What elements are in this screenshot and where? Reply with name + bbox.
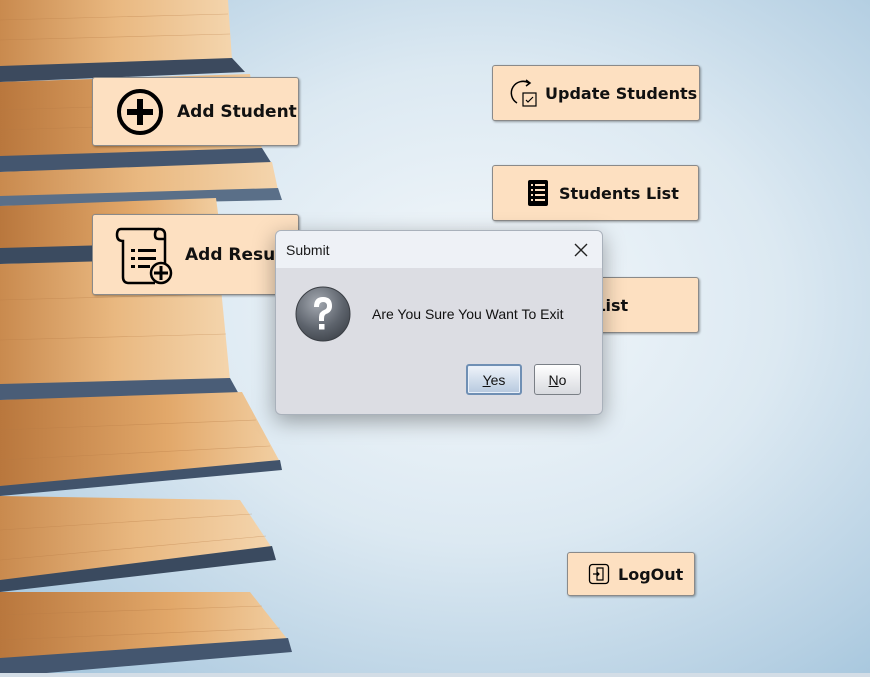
close-icon[interactable] [560, 231, 602, 268]
no-button[interactable]: No [534, 364, 581, 395]
no-label-rest: o [558, 371, 567, 388]
dialog-titlebar: Submit [276, 231, 602, 268]
add-result-button[interactable]: Add Result [92, 214, 299, 295]
no-label: No [548, 371, 567, 388]
confirm-exit-dialog: Submit Are You Sure You Want To Exit Yes… [275, 230, 603, 415]
scroll-add-icon [115, 223, 177, 287]
dialog-title: Submit [286, 241, 330, 258]
update-students-label: Update Students [545, 83, 698, 103]
refresh-document-icon [509, 78, 539, 108]
yes-label-rest: es [490, 371, 506, 388]
add-student-label: Add Student [177, 101, 297, 122]
dialog-body: Are You Sure You Want To Exit Yes No [276, 268, 602, 414]
yes-label: Yes [482, 371, 506, 388]
window-bottom-edge [0, 673, 870, 677]
students-list-button[interactable]: Students List [492, 165, 699, 221]
update-students-button[interactable]: Update Students [492, 65, 700, 121]
dialog-message: Are You Sure You Want To Exit [372, 306, 564, 322]
logout-icon [588, 563, 610, 585]
add-student-button[interactable]: Add Student [92, 77, 299, 146]
list-document-icon [527, 179, 549, 207]
yes-button[interactable]: Yes [466, 364, 522, 395]
plus-circle-icon [115, 87, 165, 137]
question-icon [294, 285, 352, 347]
students-list-label: Students List [559, 183, 679, 203]
logout-label: LogOut [618, 564, 684, 584]
add-result-label: Add Result [185, 244, 290, 265]
logout-button[interactable]: LogOut [567, 552, 695, 596]
